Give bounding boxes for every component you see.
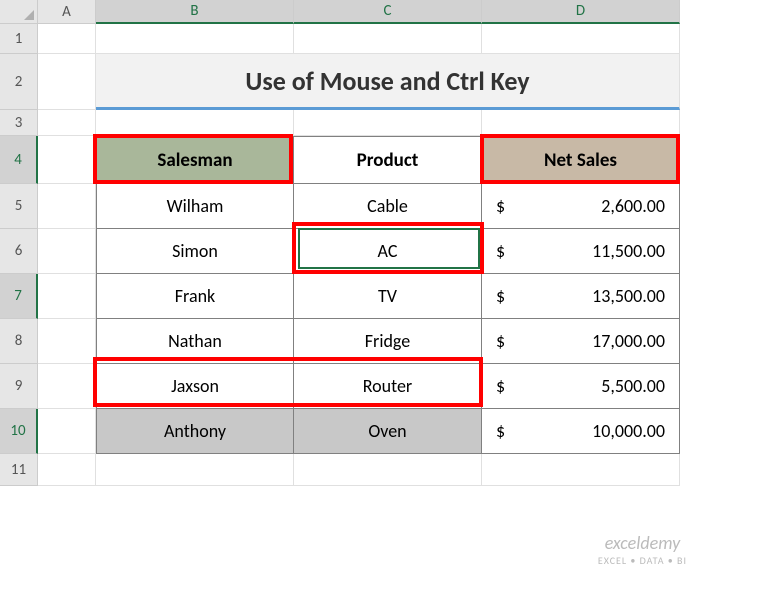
row-headers: 1 2 3 4 5 6 7 8 9 10 11 xyxy=(0,24,38,486)
cell-product[interactable]: Oven xyxy=(294,409,482,454)
row-header-11[interactable]: 11 xyxy=(0,454,38,486)
col-header-b[interactable]: B xyxy=(96,0,294,24)
spreadsheet: A B C D 1 2 3 4 5 6 7 8 9 10 11 Use of M… xyxy=(0,0,767,605)
col-header-a[interactable]: A xyxy=(38,0,96,24)
cell-product[interactable]: Fridge xyxy=(294,319,482,364)
table-row: Anthony Oven $ 10,000.00 xyxy=(38,409,767,454)
row-header-6[interactable]: 6 xyxy=(0,229,38,274)
column-headers: A B C D xyxy=(38,0,767,24)
cell-net-sales[interactable]: $ 17,000.00 xyxy=(482,319,680,364)
cell-product[interactable]: AC xyxy=(294,229,482,274)
cell-d3[interactable] xyxy=(482,110,680,136)
cell-a2[interactable] xyxy=(38,54,96,110)
net-value: 11,500.00 xyxy=(592,240,665,262)
cell-c1[interactable] xyxy=(294,24,482,54)
cell-net-sales[interactable]: $ 5,500.00 xyxy=(482,364,680,409)
row-header-9[interactable]: 9 xyxy=(0,364,38,409)
cell-product-active[interactable]: TV xyxy=(294,274,482,319)
cell-a4[interactable] xyxy=(38,136,96,184)
cell-a3[interactable] xyxy=(38,110,96,136)
currency-symbol: $ xyxy=(496,240,505,262)
currency-symbol: $ xyxy=(496,195,505,217)
watermark-tagline: EXCEL • DATA • BI xyxy=(598,554,687,567)
header-net-sales[interactable]: Net Sales xyxy=(482,136,680,184)
net-value: 2,600.00 xyxy=(601,195,665,217)
net-value: 5,500.00 xyxy=(601,375,665,397)
cell-net-sales[interactable]: $ 10,000.00 xyxy=(482,409,680,454)
cell-salesman[interactable]: Simon xyxy=(96,229,294,274)
row-header-5[interactable]: 5 xyxy=(0,184,38,229)
cell-salesman[interactable]: Nathan xyxy=(96,319,294,364)
cell-a11[interactable] xyxy=(38,454,96,486)
row-header-7[interactable]: 7 xyxy=(0,274,38,319)
row-header-2[interactable]: 2 xyxy=(0,54,38,110)
currency-symbol: $ xyxy=(496,375,505,397)
table-row: Frank TV $ 13,500.00 xyxy=(38,274,767,319)
header-salesman[interactable]: Salesman xyxy=(96,136,294,184)
cell-b1[interactable] xyxy=(96,24,294,54)
cell-product[interactable]: Cable xyxy=(294,184,482,229)
cell-a6[interactable] xyxy=(38,229,96,274)
cell-a5[interactable] xyxy=(38,184,96,229)
cell-net-sales[interactable]: $ 13,500.00 xyxy=(482,274,680,319)
cell-a9[interactable] xyxy=(38,364,96,409)
cell-a7[interactable] xyxy=(38,274,96,319)
currency-symbol: $ xyxy=(496,285,505,307)
cell-c11[interactable] xyxy=(294,454,482,486)
table-row: Simon AC $ 11,500.00 xyxy=(38,229,767,274)
row-header-8[interactable]: 8 xyxy=(0,319,38,364)
cell-net-sales[interactable]: $ 2,600.00 xyxy=(482,184,680,229)
cell-product[interactable]: Router xyxy=(294,364,482,409)
cell-a10[interactable] xyxy=(38,409,96,454)
col-header-c[interactable]: C xyxy=(294,0,482,24)
cell-c3[interactable] xyxy=(294,110,482,136)
row-header-10[interactable]: 10 xyxy=(0,409,38,454)
cell-grid: Use of Mouse and Ctrl Key Salesman Produ… xyxy=(38,24,767,605)
cell-a1[interactable] xyxy=(38,24,96,54)
watermark-brand: exceldemy xyxy=(605,532,681,554)
cell-d11[interactable] xyxy=(482,454,680,486)
cell-b3[interactable] xyxy=(96,110,294,136)
cell-net-sales[interactable]: $ 11,500.00 xyxy=(482,229,680,274)
table-row: Wilham Cable $ 2,600.00 xyxy=(38,184,767,229)
table-row: Jaxson Router $ 5,500.00 xyxy=(38,364,767,409)
col-header-d[interactable]: D xyxy=(482,0,680,24)
net-value: 10,000.00 xyxy=(592,420,665,442)
title-cell[interactable]: Use of Mouse and Ctrl Key xyxy=(96,54,680,110)
cell-salesman[interactable]: Wilham xyxy=(96,184,294,229)
row-header-4[interactable]: 4 xyxy=(0,136,38,184)
header-product[interactable]: Product xyxy=(294,136,482,184)
table-row: Nathan Fridge $ 17,000.00 xyxy=(38,319,767,364)
row-header-1[interactable]: 1 xyxy=(0,24,38,54)
row-header-3[interactable]: 3 xyxy=(0,110,38,136)
cell-salesman[interactable]: Anthony xyxy=(96,409,294,454)
currency-symbol: $ xyxy=(496,420,505,442)
cell-salesman[interactable]: Frank xyxy=(96,274,294,319)
cell-salesman[interactable]: Jaxson xyxy=(96,364,294,409)
currency-symbol: $ xyxy=(496,330,505,352)
cell-b11[interactable] xyxy=(96,454,294,486)
cell-d1[interactable] xyxy=(482,24,680,54)
cell-a8[interactable] xyxy=(38,319,96,364)
net-value: 13,500.00 xyxy=(592,285,665,307)
select-all-corner[interactable] xyxy=(0,0,38,24)
net-value: 17,000.00 xyxy=(592,330,665,352)
watermark: exceldemy EXCEL • DATA • BI xyxy=(598,532,687,567)
